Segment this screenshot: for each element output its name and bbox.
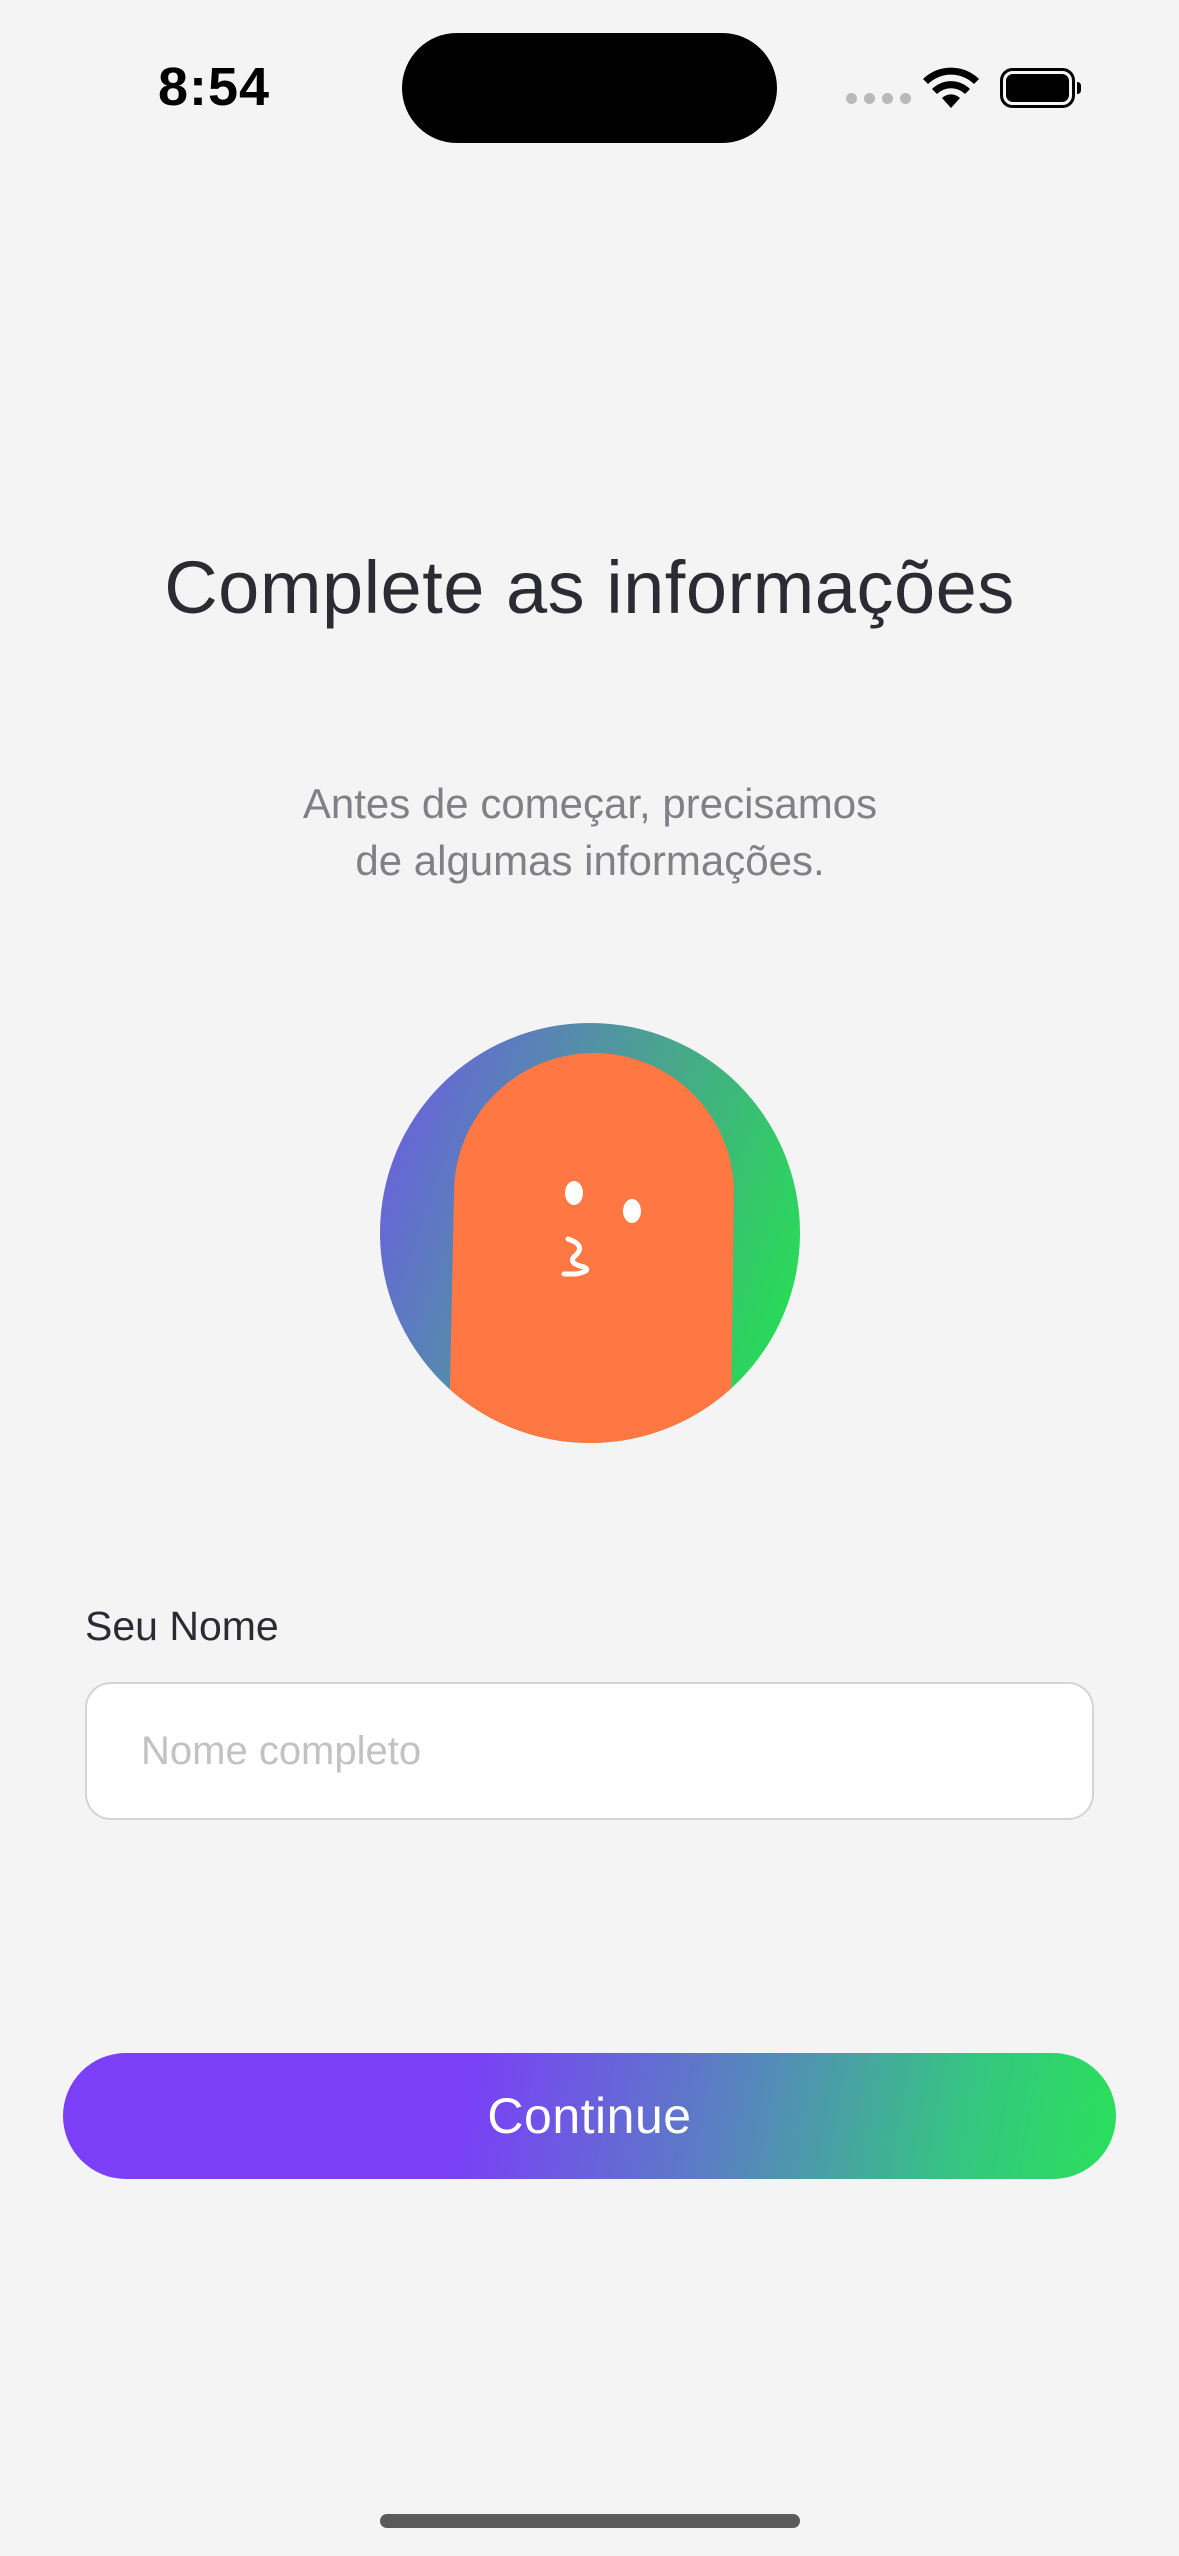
battery-icon [1000, 68, 1081, 108]
name-label: Seu Nome [85, 1603, 279, 1649]
character-avatar-icon[interactable] [380, 1023, 800, 1443]
name-input[interactable] [85, 1682, 1094, 1820]
subtitle-line-1: Antes de começar, precisamos [302, 780, 878, 827]
cellular-signal-icon [846, 93, 911, 104]
home-indicator[interactable] [380, 2514, 800, 2528]
wifi-icon [923, 67, 979, 108]
status-time: 8:54 [158, 57, 271, 117]
continue-button[interactable]: Continue [63, 2053, 1116, 2179]
subtitle-line-2: de algumas informações. [355, 837, 825, 884]
dynamic-island [402, 33, 777, 143]
page-title: Complete as informações [164, 546, 1015, 629]
subtitle: Antes de começar, precisamos de algumas … [190, 775, 990, 889]
